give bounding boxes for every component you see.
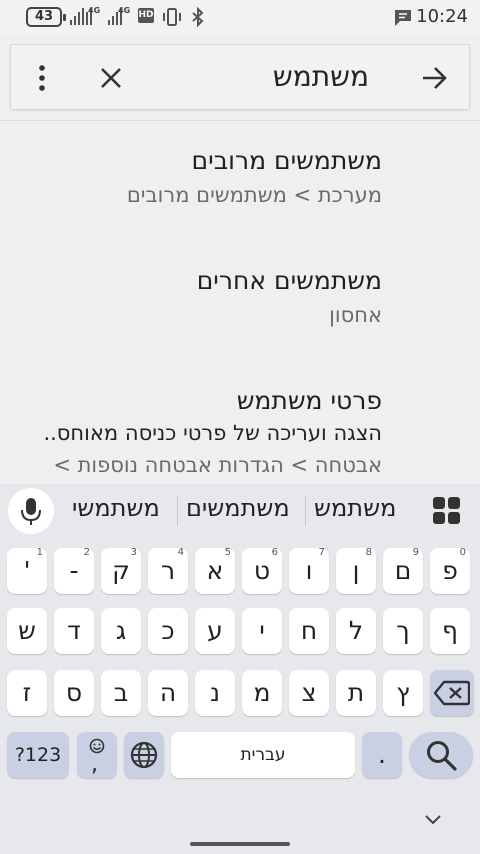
key[interactable]: ב: [101, 670, 141, 716]
result-breadcrumb: מערכת > משתמשים מרובים: [126, 183, 382, 207]
message-icon: [395, 10, 411, 26]
search-icon: [427, 741, 457, 771]
suggestion-bar: משתמשי משתמשים משתמש: [0, 484, 480, 538]
hd-voice-icon: HD: [138, 8, 154, 23]
result-breadcrumb: אחסון: [329, 303, 382, 327]
symbols-key[interactable]: ?123: [7, 732, 69, 778]
key[interactable]: מ: [242, 670, 282, 716]
globe-icon: [130, 741, 158, 769]
key[interactable]: ן8: [336, 547, 376, 594]
microphone-icon: [21, 498, 41, 525]
key[interactable]: ע: [195, 608, 235, 654]
key[interactable]: נ: [195, 670, 235, 716]
key[interactable]: ר4: [148, 547, 188, 594]
key[interactable]: ג: [101, 608, 141, 654]
search-result-item[interactable]: פרטי משתמש הצגה ועריכה של פרטי כניסה מאו…: [43, 386, 382, 477]
emoji-key[interactable]: ,: [77, 732, 117, 778]
language-key[interactable]: [124, 732, 164, 778]
key[interactable]: י: [242, 608, 282, 654]
result-breadcrumb: אבטחה > הגדרות אבטחה נוספות >: [53, 453, 382, 477]
key[interactable]: ת: [336, 670, 376, 716]
signal-4g-icon: 4G: [78, 6, 108, 28]
divider: [177, 496, 178, 526]
period-key[interactable]: .: [362, 732, 402, 778]
key[interactable]: ' 1: [7, 547, 47, 594]
key[interactable]: ט6: [242, 547, 282, 594]
search-result-item[interactable]: משתמשים אחרים אחסון: [197, 266, 382, 327]
clear-icon[interactable]: [99, 66, 123, 90]
result-title: משתמשים אחרים: [196, 266, 382, 295]
space-key[interactable]: עברית: [171, 732, 355, 778]
key[interactable]: ש: [7, 608, 47, 654]
key[interactable]: ס: [54, 670, 94, 716]
chevron-down-icon[interactable]: [424, 814, 442, 826]
key[interactable]: ו7: [289, 547, 329, 594]
back-arrow-icon[interactable]: [421, 65, 447, 91]
backspace-key[interactable]: [430, 670, 474, 716]
voice-input-button[interactable]: [8, 488, 54, 534]
suggestion-item[interactable]: משתמש: [314, 494, 396, 522]
divider: [305, 496, 306, 526]
key[interactable]: ך: [383, 608, 423, 654]
key[interactable]: -2: [54, 547, 94, 594]
search-action-key[interactable]: [409, 732, 473, 778]
key[interactable]: ם9: [383, 547, 423, 594]
key[interactable]: פ0: [430, 547, 470, 594]
key[interactable]: א5: [195, 547, 235, 594]
backspace-icon: [434, 680, 470, 706]
keyboard: משתמשי משתמשים משתמש ' 1 -2 ק3 ר4 א5 ט6 ו…: [0, 484, 480, 854]
navigation-handle: [190, 842, 290, 846]
clock: 10:24: [416, 6, 468, 27]
result-description: הצגה ועריכה של פרטי כניסה מאוחס..: [43, 421, 382, 445]
search-result-item[interactable]: משתמשים מרובים מערכת > משתמשים מרובים: [127, 146, 382, 207]
result-title: פרטי משתמש: [236, 386, 382, 415]
key[interactable]: ד: [54, 608, 94, 654]
screen: 43 4G 4G HD 10:24 משתמש משתמשים מרובים מ…: [0, 0, 480, 854]
key[interactable]: צ: [289, 670, 329, 716]
battery-indicator: 43: [26, 7, 66, 27]
key[interactable]: ץ: [383, 670, 423, 716]
search-input[interactable]: משתמש: [169, 59, 369, 95]
result-title: משתמשים מרובים: [191, 146, 382, 175]
apps-grid-icon[interactable]: [432, 496, 462, 526]
key[interactable]: ז: [7, 670, 47, 716]
suggestion-item[interactable]: משתמשים: [186, 494, 290, 522]
divider: [0, 120, 480, 121]
key[interactable]: ל: [336, 608, 376, 654]
key[interactable]: ח: [289, 608, 329, 654]
key[interactable]: כ: [148, 608, 188, 654]
key[interactable]: ף: [430, 608, 470, 654]
bluetooth-icon: [192, 7, 204, 27]
vibrate-icon: [163, 8, 181, 26]
status-bar: 43 4G 4G HD 10:24: [0, 0, 480, 34]
key[interactable]: ק3: [101, 547, 141, 594]
key[interactable]: ה: [148, 670, 188, 716]
signal-4g-icon: 4G: [108, 6, 138, 28]
suggestion-item[interactable]: משתמשי: [72, 494, 160, 522]
search-bar: משתמש: [10, 44, 470, 110]
more-options-icon[interactable]: [37, 65, 47, 91]
